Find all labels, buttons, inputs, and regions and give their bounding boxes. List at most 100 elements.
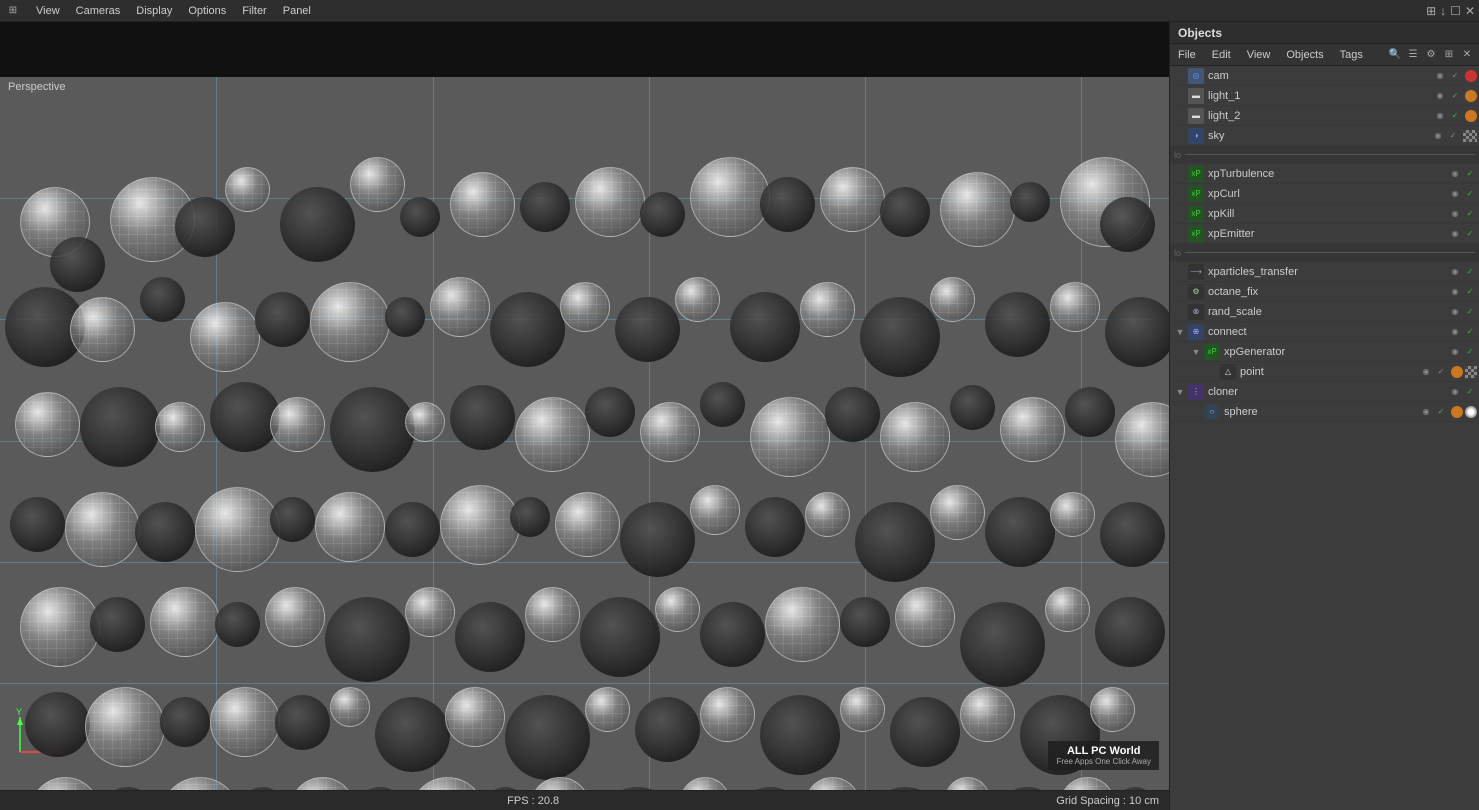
filter-icon[interactable]: ☰ [1405,47,1421,63]
connect-vis-btn[interactable]: ◉ [1448,325,1462,339]
octane-fix-vis-btn[interactable]: ◉ [1448,285,1462,299]
xpCurl-check-btn[interactable]: ✓ [1463,187,1477,201]
obj-menu-tags[interactable]: Tags [1332,47,1371,63]
objects-menu-bar: File Edit View Objects Tags 🔍 ☰ ⚙ ⊞ ✕ [1170,44,1479,66]
connect-expand[interactable]: ▼ [1174,326,1186,338]
xparticles-transfer-actions: ◉ ✓ [1448,265,1477,279]
separator-2: lo [1170,244,1479,262]
obj-row-light2[interactable]: ▬ light_2 ◉ ✓ [1170,106,1479,126]
octane-fix-name: octane_fix [1208,286,1448,298]
obj-row-sphere[interactable]: ○ sphere ◉ ✓ [1170,402,1479,422]
obj-menu-edit[interactable]: Edit [1204,47,1239,63]
cloner-check-btn[interactable]: ✓ [1463,385,1477,399]
sphere-30 [615,297,680,362]
sky-vis-btn[interactable]: ◉ [1431,129,1445,143]
light2-check-btn[interactable]: ✓ [1448,109,1462,123]
point-vis-btn[interactable]: ◉ [1419,365,1433,379]
menu-view[interactable]: View [28,3,68,19]
sphere-94 [1095,597,1165,667]
obj-row-xparticles-transfer[interactable]: ⟶ xparticles_transfer ◉ ✓ [1170,262,1479,282]
sphere-90 [840,597,890,647]
viewport[interactable]: Perspective X Y A [0,77,1169,790]
menu-options[interactable]: Options [180,3,234,19]
obj-row-rand-scale[interactable]: ⊗ rand_scale ◉ ✓ [1170,302,1479,322]
xpEmitter-vis-btn[interactable]: ◉ [1448,227,1462,241]
obj-row-xpEmitter[interactable]: xP xpEmitter ◉ ✓ [1170,224,1479,244]
rand-scale-check-btn[interactable]: ✓ [1463,305,1477,319]
xpCurl-vis-btn[interactable]: ◉ [1448,187,1462,201]
xpEmitter-type-icon: xP [1188,226,1204,242]
sphere-27 [430,277,490,337]
obj-row-cloner[interactable]: ▼ ⋮ cloner ◉ ✓ [1170,382,1479,402]
obj-menu-view[interactable]: View [1239,47,1279,63]
cam-type-icon: ◎ [1188,68,1204,84]
settings-icon[interactable]: ⚙ [1423,47,1439,63]
sphere-48 [585,387,635,437]
xpGenerator-expand[interactable]: ▼ [1190,346,1202,358]
menu-display[interactable]: Display [128,3,180,19]
light1-vis-btn[interactable]: ◉ [1433,89,1447,103]
light1-check-btn[interactable]: ✓ [1448,89,1462,103]
sphere-122 [595,787,680,790]
xpGenerator-check-btn[interactable]: ✓ [1463,345,1477,359]
point-lock-btn[interactable]: ✓ [1434,365,1448,379]
obj-row-xpTurbulence[interactable]: xP xpTurbulence ◉ ✓ [1170,164,1479,184]
xpTurbulence-type-icon: xP [1188,166,1204,182]
obj-row-xpKill[interactable]: xP xpKill ◉ ✓ [1170,204,1479,224]
xparticles-transfer-check-btn[interactable]: ✓ [1463,265,1477,279]
obj-row-octane-fix[interactable]: ⚙ octane_fix ◉ ✓ [1170,282,1479,302]
obj-row-connect[interactable]: ▼ ⊕ connect ◉ ✓ [1170,322,1479,342]
xparticles-transfer-vis-btn[interactable]: ◉ [1448,265,1462,279]
menu-cameras[interactable]: Cameras [68,3,129,19]
sphere-53 [880,402,950,472]
obj-menu-file[interactable]: File [1170,47,1204,63]
sphere-22 [140,277,185,322]
obj-menu-objects[interactable]: Objects [1278,47,1331,63]
sphere-check-btn[interactable]: ✓ [1434,405,1448,419]
sphere-23 [190,302,260,372]
obj-row-xpCurl[interactable]: xP xpCurl ◉ ✓ [1170,184,1479,204]
octane-fix-check-btn[interactable]: ✓ [1463,285,1477,299]
search-icon[interactable]: 🔍 [1387,47,1403,63]
cam-vis-btn[interactable]: ◉ [1433,69,1447,83]
obj-row-cam[interactable]: ◎ cam ◉ ✓ [1170,66,1479,86]
menu-panel[interactable]: Panel [275,3,319,19]
objects-list[interactable]: ◎ cam ◉ ✓ ▬ light_1 ◉ ✓ [1170,66,1479,810]
obj-row-light1[interactable]: ▬ light_1 ◉ ✓ [1170,86,1479,106]
obj-row-sky[interactable]: ◑ sky ◉ ✓ [1170,126,1479,146]
xpEmitter-check-btn[interactable]: ✓ [1463,227,1477,241]
xparticles-transfer-expand [1174,266,1186,278]
xpGenerator-vis-btn[interactable]: ◉ [1448,345,1462,359]
cam-lock-btn[interactable]: ✓ [1448,69,1462,83]
cloner-expand[interactable]: ▼ [1174,386,1186,398]
light2-vis-btn[interactable]: ◉ [1433,109,1447,123]
rand-scale-vis-btn[interactable]: ◉ [1448,305,1462,319]
octane-fix-actions: ◉ ✓ [1448,285,1477,299]
xpTurbulence-check-btn[interactable]: ✓ [1463,167,1477,181]
sphere-28 [490,292,565,367]
light1-actions: ◉ ✓ [1433,89,1477,103]
obj-menu-icons: 🔍 ☰ ⚙ ⊞ ✕ [1387,47,1479,63]
close-icon[interactable]: ✕ [1465,4,1475,18]
grid-spacing-display: Grid Spacing : 10 cm [1056,795,1159,807]
sphere-name: sphere [1224,406,1419,418]
light1-type-icon: ▬ [1188,88,1204,104]
xpKill-vis-btn[interactable]: ◉ [1448,207,1462,221]
sphere-vis-btn[interactable]: ◉ [1419,405,1433,419]
obj-row-point[interactable]: △ point ◉ ✓ [1170,362,1479,382]
sphere-34 [860,297,940,377]
sphere-60 [135,502,195,562]
sky-lock-btn[interactable]: ✓ [1446,129,1460,143]
menu-filter[interactable]: Filter [234,3,274,19]
xpKill-check-btn[interactable]: ✓ [1463,207,1477,221]
sphere-45 [405,402,445,442]
obj-row-xpGenerator[interactable]: ▼ xP xpGenerator ◉ ✓ [1170,342,1479,362]
close-panel-icon[interactable]: ✕ [1459,47,1475,63]
cloner-vis-btn[interactable]: ◉ [1448,385,1462,399]
sphere-70 [745,497,805,557]
sphere-120 [485,787,525,790]
sep-line-1 [1185,154,1475,155]
xpTurbulence-vis-btn[interactable]: ◉ [1448,167,1462,181]
expand-icon[interactable]: ⊞ [1441,47,1457,63]
connect-check-btn[interactable]: ✓ [1463,325,1477,339]
